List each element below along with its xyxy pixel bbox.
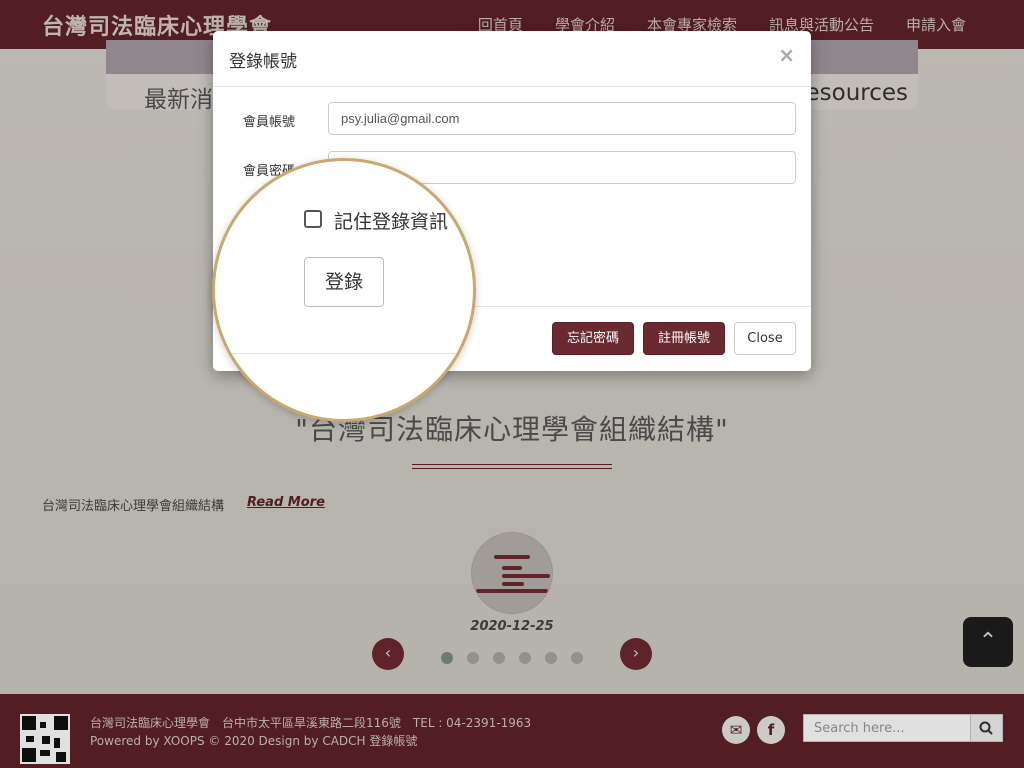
remember-checkbox[interactable] [304,210,322,228]
register-button[interactable]: 註冊帳號 [643,322,725,355]
divider [215,353,473,354]
account-label: 會員帳號 [243,115,296,130]
account-input[interactable] [328,102,796,135]
remember-label: 記住登錄資訊 [334,211,449,233]
modal-title: 登錄帳號 [229,52,297,72]
divider [213,86,811,87]
close-button[interactable]: Close [734,322,796,355]
magnifier-lens: 記住登錄資訊 登錄 [212,158,476,422]
login-button[interactable]: 登錄 [304,257,384,307]
close-icon[interactable]: × [778,43,795,67]
forgot-password-button[interactable]: 忘記密碼 [552,322,634,355]
